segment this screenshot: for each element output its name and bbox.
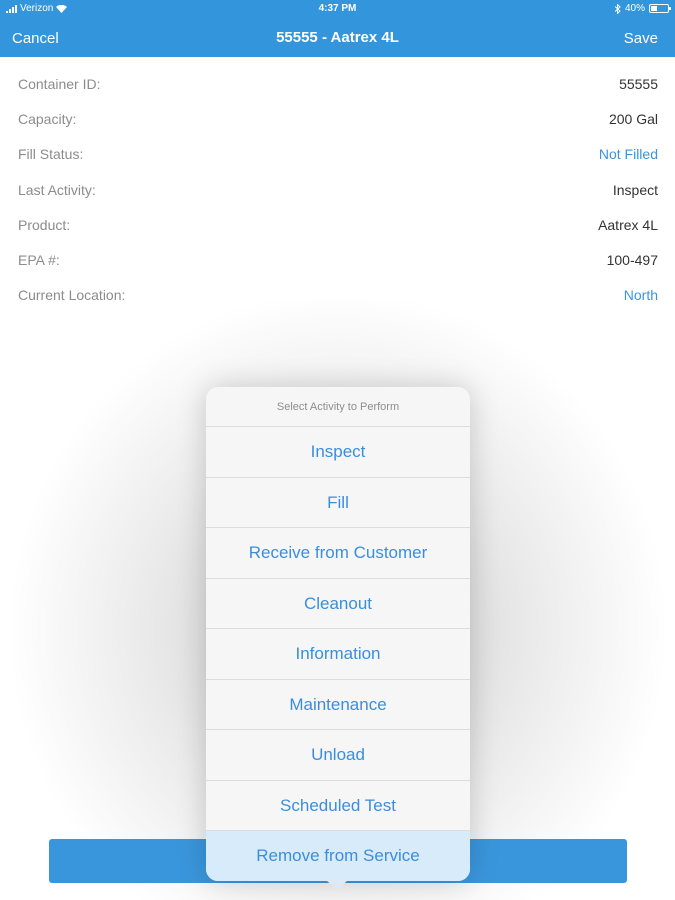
activity-popover: Select Activity to Perform Inspect Fill … <box>206 387 470 881</box>
detail-label: Product: <box>18 216 71 233</box>
battery-icon <box>649 4 671 13</box>
activity-maintenance[interactable]: Maintenance <box>206 680 470 730</box>
activity-unload[interactable]: Unload <box>206 730 470 781</box>
activity-scheduled-test[interactable]: Scheduled Test <box>206 781 470 831</box>
activity-cleanout[interactable]: Cleanout <box>206 579 470 629</box>
container-details: Container ID: 55555 Capacity: 200 Gal Fi… <box>0 66 675 312</box>
battery-fill <box>651 6 657 11</box>
activity-fill[interactable]: Fill <box>206 478 470 528</box>
status-time: 4:37 PM <box>318 3 357 14</box>
detail-value: 100-497 <box>606 251 658 268</box>
detail-value: Inspect <box>612 181 658 198</box>
save-button[interactable]: Save <box>624 30 658 47</box>
bluetooth-icon <box>614 3 621 14</box>
popover-title: Select Activity to Perform <box>206 387 470 427</box>
status-bar: Verizon 4:37 PM 40% <box>0 0 675 18</box>
detail-row-product: Product: Aatrex 4L <box>0 207 675 242</box>
detail-label: Fill Status: <box>18 146 84 163</box>
detail-label: EPA #: <box>18 251 60 268</box>
detail-row-container-id: Container ID: 55555 <box>0 66 675 101</box>
detail-row-last-activity: Last Activity: Inspect <box>0 172 675 207</box>
activity-inspect[interactable]: Inspect <box>206 427 470 478</box>
activity-information[interactable]: Information <box>206 629 470 680</box>
detail-label: Container ID: <box>18 76 101 92</box>
detail-label: Capacity: <box>18 111 77 128</box>
detail-row-capacity: Capacity: 200 Gal <box>0 101 675 136</box>
nav-bar: Verizon 4:37 PM 40% Cancel 55555 - Aatre… <box>0 0 675 57</box>
activity-receive-from-customer[interactable]: Receive from Customer <box>206 528 470 579</box>
page-title: 55555 - Aatrex 4L <box>276 29 399 46</box>
detail-label: Last Activity: <box>18 181 96 198</box>
detail-row-epa: EPA #: 100-497 <box>0 242 675 277</box>
status-right: 40% <box>614 3 671 14</box>
detail-value: 55555 <box>619 76 658 92</box>
detail-row-fill-status[interactable]: Fill Status: Not Filled <box>0 136 675 171</box>
detail-value: 200 Gal <box>608 111 658 128</box>
detail-value: Aatrex 4L <box>598 216 658 233</box>
fill-status-value[interactable]: Not Filled <box>599 146 658 162</box>
battery-percent: 40% <box>624 3 645 14</box>
activity-remove-from-service[interactable]: Remove from Service <box>206 831 470 881</box>
